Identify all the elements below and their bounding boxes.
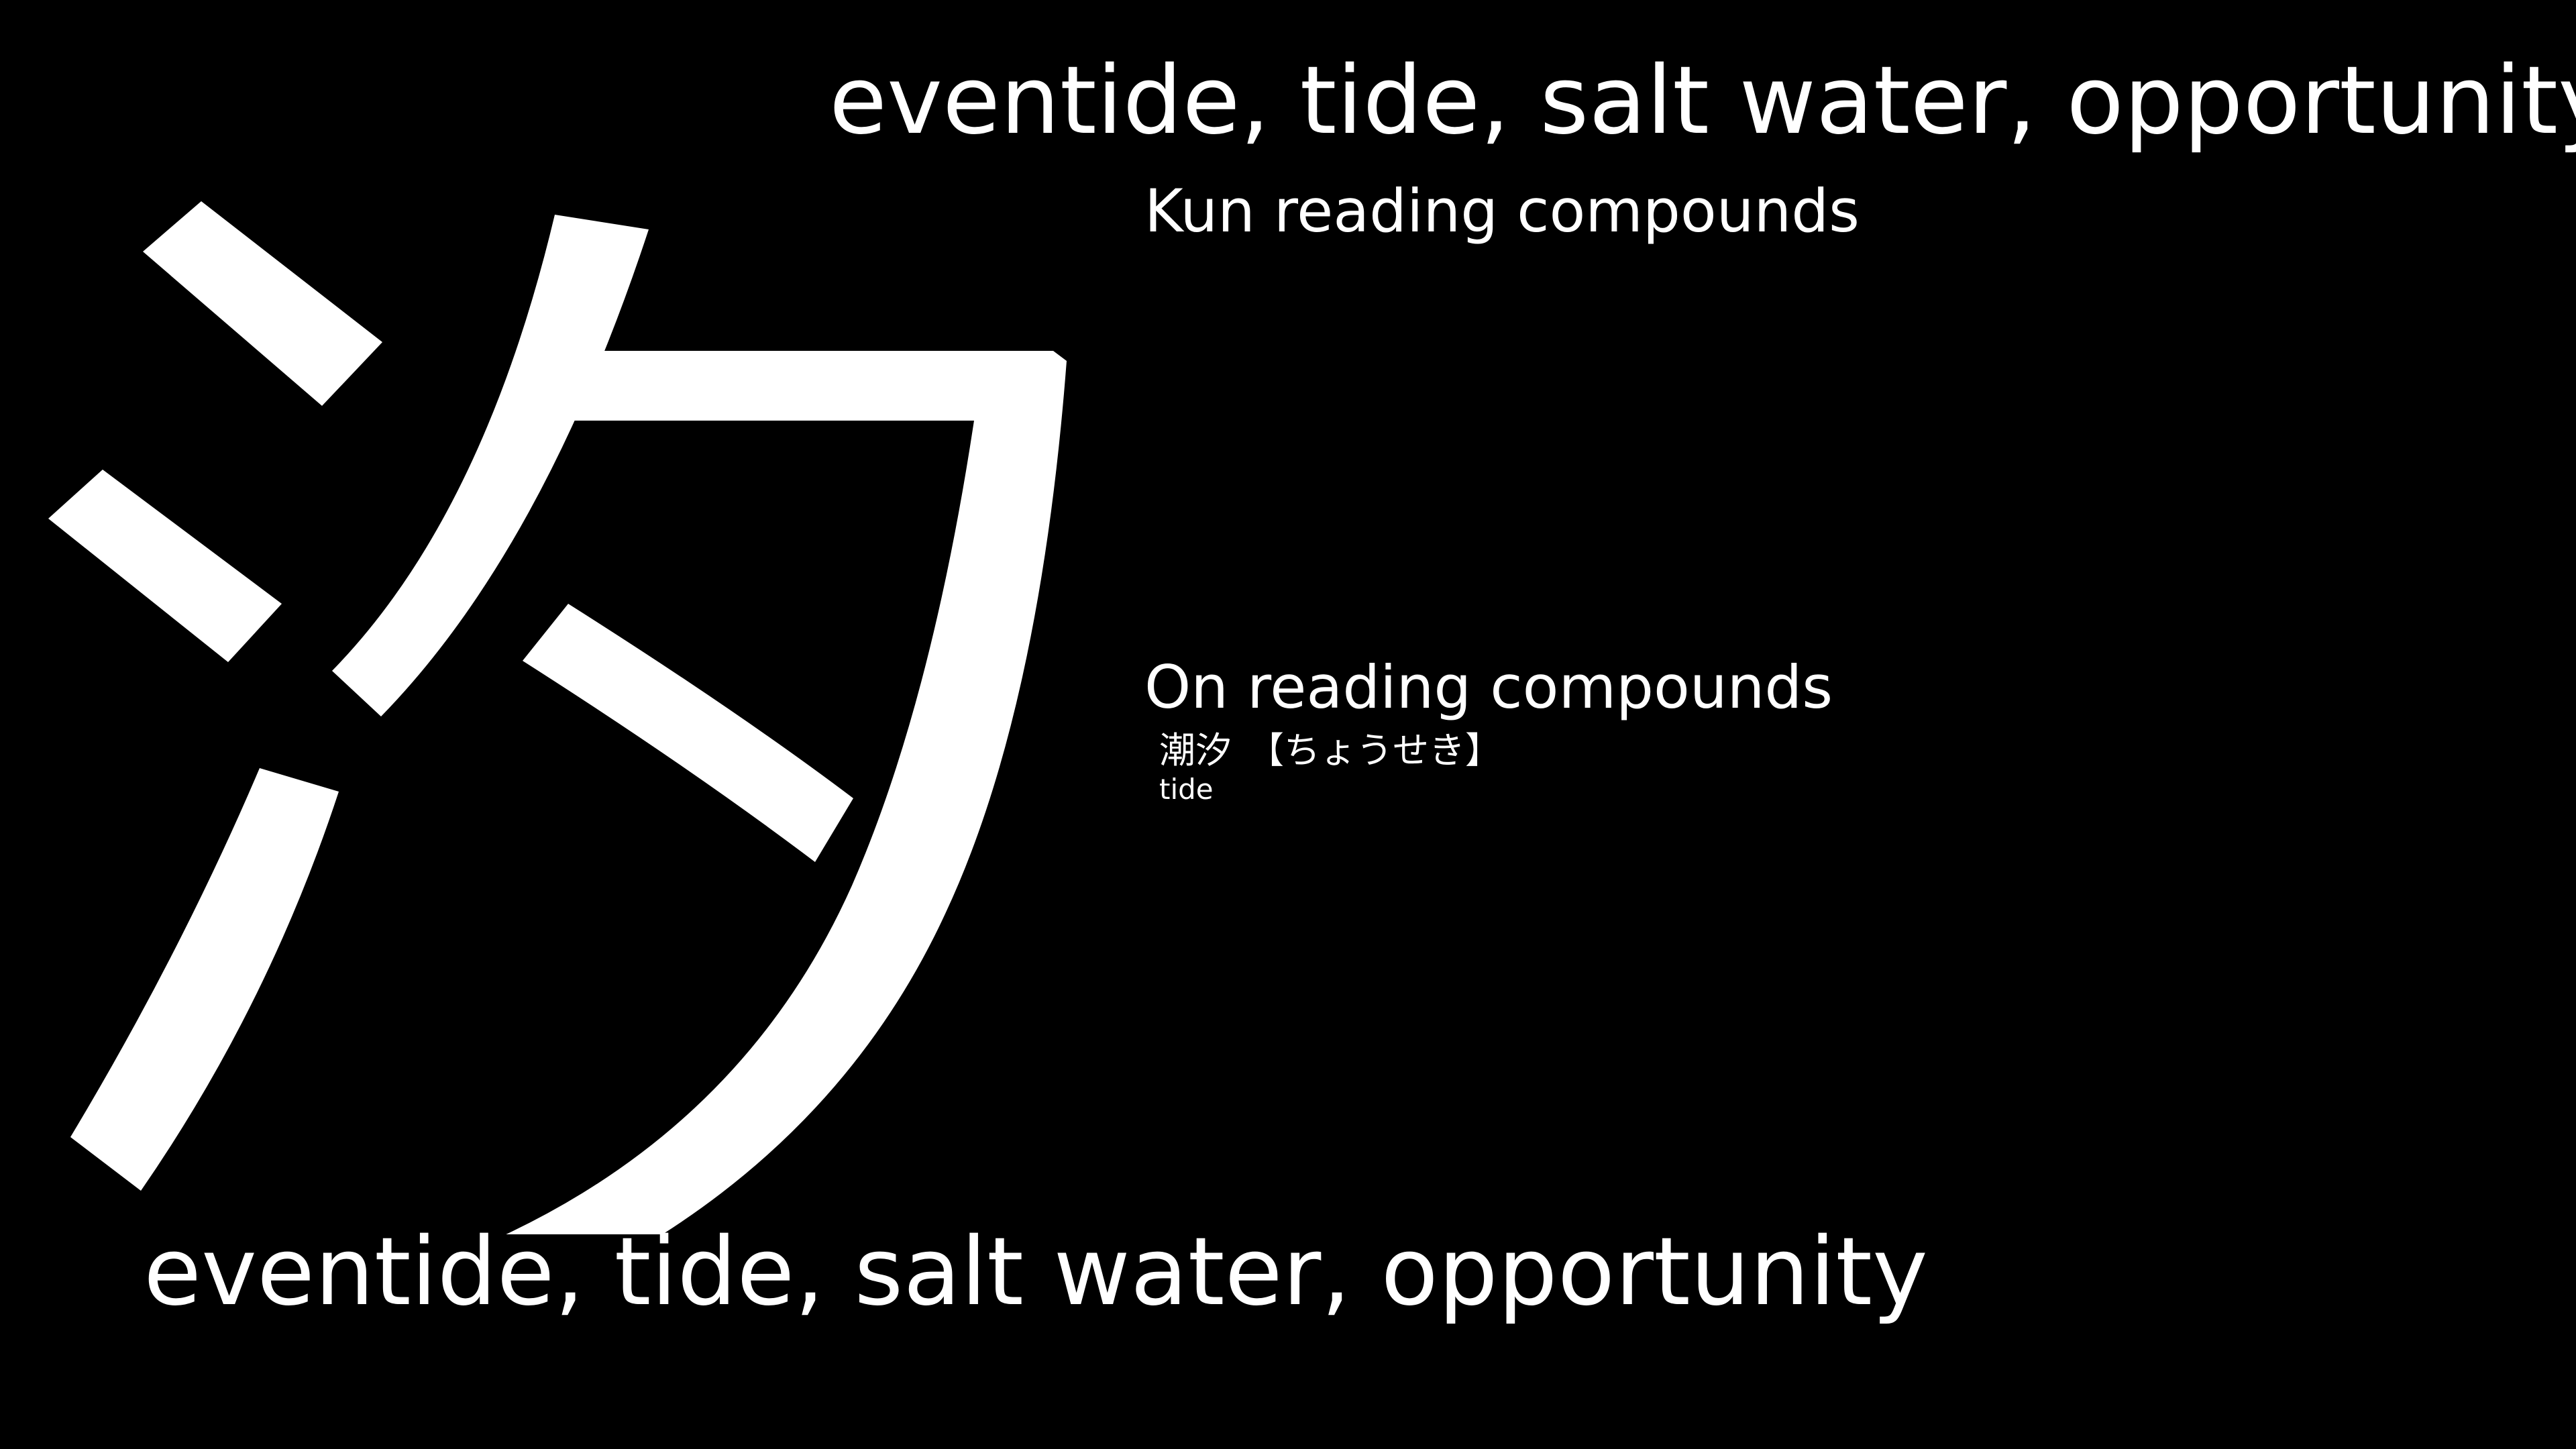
kanji-shi-glyph xyxy=(48,201,1067,1234)
meaning-footer: eventide, tide, salt water, opportunity xyxy=(144,1218,1928,1327)
stroke-yuu-hook xyxy=(496,351,1067,1234)
compound-reading: 【ちょうせき】 xyxy=(1248,729,1501,771)
kun-reading-heading: Kun reading compounds xyxy=(1144,176,1860,246)
compound-word: 潮汐 xyxy=(1159,729,1232,771)
kanji-glyph: 汐 xyxy=(27,201,1100,1234)
stroke-rise xyxy=(70,768,339,1191)
stroke-yuu-dot xyxy=(523,604,853,862)
stroke-dot-top xyxy=(143,201,382,406)
compound-meaning: tide xyxy=(1159,773,1214,806)
stroke-dot-middle xyxy=(48,470,282,662)
meaning-header: eventide, tide, salt water, opportunity xyxy=(829,46,2576,156)
on-reading-heading: On reading compounds xyxy=(1144,653,1833,722)
on-compound-item: 潮汐 【ちょうせき】 tide xyxy=(1159,729,1501,806)
compound-word-row: 潮汐 【ちょうせき】 xyxy=(1159,729,1501,773)
